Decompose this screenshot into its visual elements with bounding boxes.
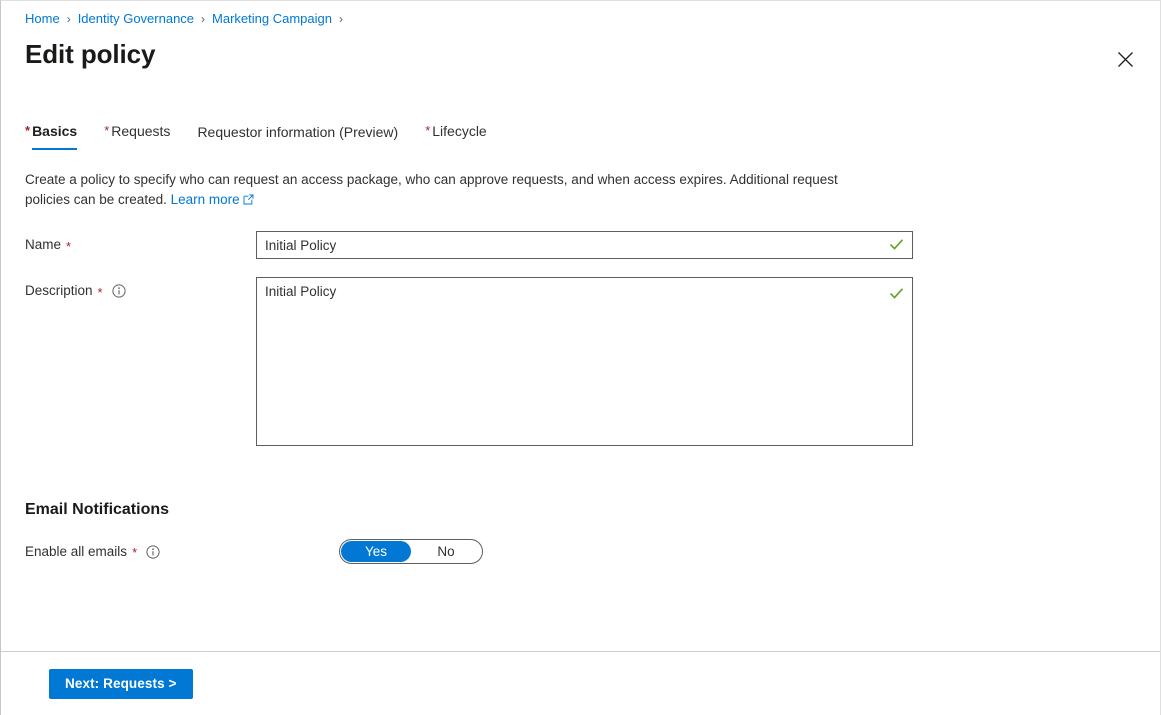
- enable-all-emails-label: Enable all emails *: [25, 542, 339, 562]
- learn-more-link[interactable]: Learn more: [171, 192, 240, 207]
- tab-label: Lifecycle: [432, 123, 487, 139]
- breadcrumb: Home › Identity Governance › Marketing C…: [1, 1, 1160, 28]
- close-button[interactable]: [1107, 41, 1143, 77]
- description-textarea[interactable]: [256, 277, 913, 446]
- tab-label: Requests: [111, 123, 171, 139]
- enable-all-emails-row: Enable all emails * Yes No: [25, 539, 1136, 564]
- required-marker: *: [66, 238, 72, 254]
- toggle-option-yes[interactable]: Yes: [341, 541, 411, 562]
- description-label: Description *: [25, 277, 256, 301]
- required-marker: *: [132, 544, 138, 560]
- tab-requestor-information[interactable]: Requestor information (Preview): [197, 122, 398, 150]
- external-link-icon: [243, 191, 254, 211]
- name-label: Name *: [25, 231, 256, 255]
- tab-required-marker: *: [425, 123, 431, 138]
- page-title: Edit policy: [25, 39, 156, 69]
- intro-text: Create a policy to specify who can reque…: [25, 170, 875, 211]
- enable-all-emails-toggle[interactable]: Yes No: [339, 539, 483, 564]
- close-icon: [1117, 51, 1134, 68]
- info-icon[interactable]: [146, 544, 160, 559]
- tab-lifecycle[interactable]: * Lifecycle: [425, 121, 487, 150]
- tab-required-marker: *: [25, 123, 31, 138]
- tab-basics[interactable]: * Basics: [25, 121, 78, 150]
- info-icon[interactable]: [111, 284, 126, 298]
- tab-label: Basics: [32, 123, 78, 139]
- name-label-text: Name: [25, 237, 62, 252]
- breadcrumb-item-identity-governance[interactable]: Identity Governance: [78, 10, 194, 28]
- next-requests-button[interactable]: Next: Requests >: [49, 668, 193, 699]
- field-row-name: Name *: [25, 231, 1136, 259]
- blade-footer: Next: Requests >: [1, 651, 1160, 715]
- breadcrumb-separator: ›: [201, 12, 206, 26]
- name-input[interactable]: [256, 231, 913, 259]
- breadcrumb-item-marketing-campaign[interactable]: Marketing Campaign: [212, 10, 332, 28]
- blade-header: Edit policy: [1, 28, 1160, 77]
- edit-policy-blade: Home › Identity Governance › Marketing C…: [0, 0, 1161, 715]
- breadcrumb-item-home[interactable]: Home: [25, 10, 60, 28]
- tab-requests[interactable]: * Requests: [104, 121, 170, 150]
- description-label-text: Description: [25, 283, 93, 298]
- intro-description: Create a policy to specify who can reque…: [25, 172, 838, 207]
- name-input-wrapper: [256, 231, 913, 259]
- toggle-option-no[interactable]: No: [411, 541, 481, 562]
- field-row-description: Description *: [25, 277, 1136, 451]
- enable-all-emails-label-text: Enable all emails: [25, 543, 128, 559]
- description-input-wrapper: [256, 277, 913, 451]
- tab-label: Requestor information (Preview): [197, 124, 399, 140]
- breadcrumb-separator: ›: [339, 12, 343, 26]
- required-marker: *: [97, 284, 103, 300]
- tab-bar: * Basics * Requests Requestor informatio…: [1, 120, 1160, 150]
- email-notifications-heading: Email Notifications: [25, 501, 170, 518]
- tab-required-marker: *: [104, 123, 110, 138]
- breadcrumb-separator: ›: [66, 12, 71, 26]
- blade-content: Create a policy to specify who can reque…: [1, 150, 1160, 651]
